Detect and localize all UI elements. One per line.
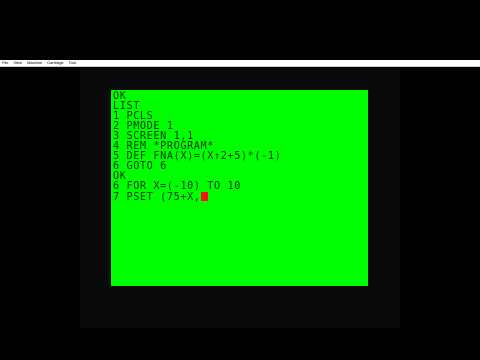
screen-line-current: 7 PSET (75+X, — [113, 192, 208, 203]
text-cursor — [200, 192, 208, 201]
menu-cartridge[interactable]: Cartridge — [47, 60, 63, 66]
menu-bar: File View Machine Cartridge Tool — [0, 60, 480, 67]
menu-view[interactable]: View — [13, 60, 22, 66]
emulator-screen[interactable]: OK LIST 1 PCLS 2 PMODE 1 3 SCREEN 1,1 4 … — [111, 90, 368, 286]
screen-line: 6 FOR X=(-10) TO 10 — [113, 181, 241, 192]
menu-tool[interactable]: Tool — [69, 60, 76, 66]
current-input-text: 7 PSET (75+X, — [113, 192, 201, 203]
menu-file[interactable]: File — [2, 60, 8, 66]
menu-machine[interactable]: Machine — [27, 60, 42, 66]
emulator-window: File View Machine Cartridge Tool OK LIST… — [0, 0, 480, 360]
